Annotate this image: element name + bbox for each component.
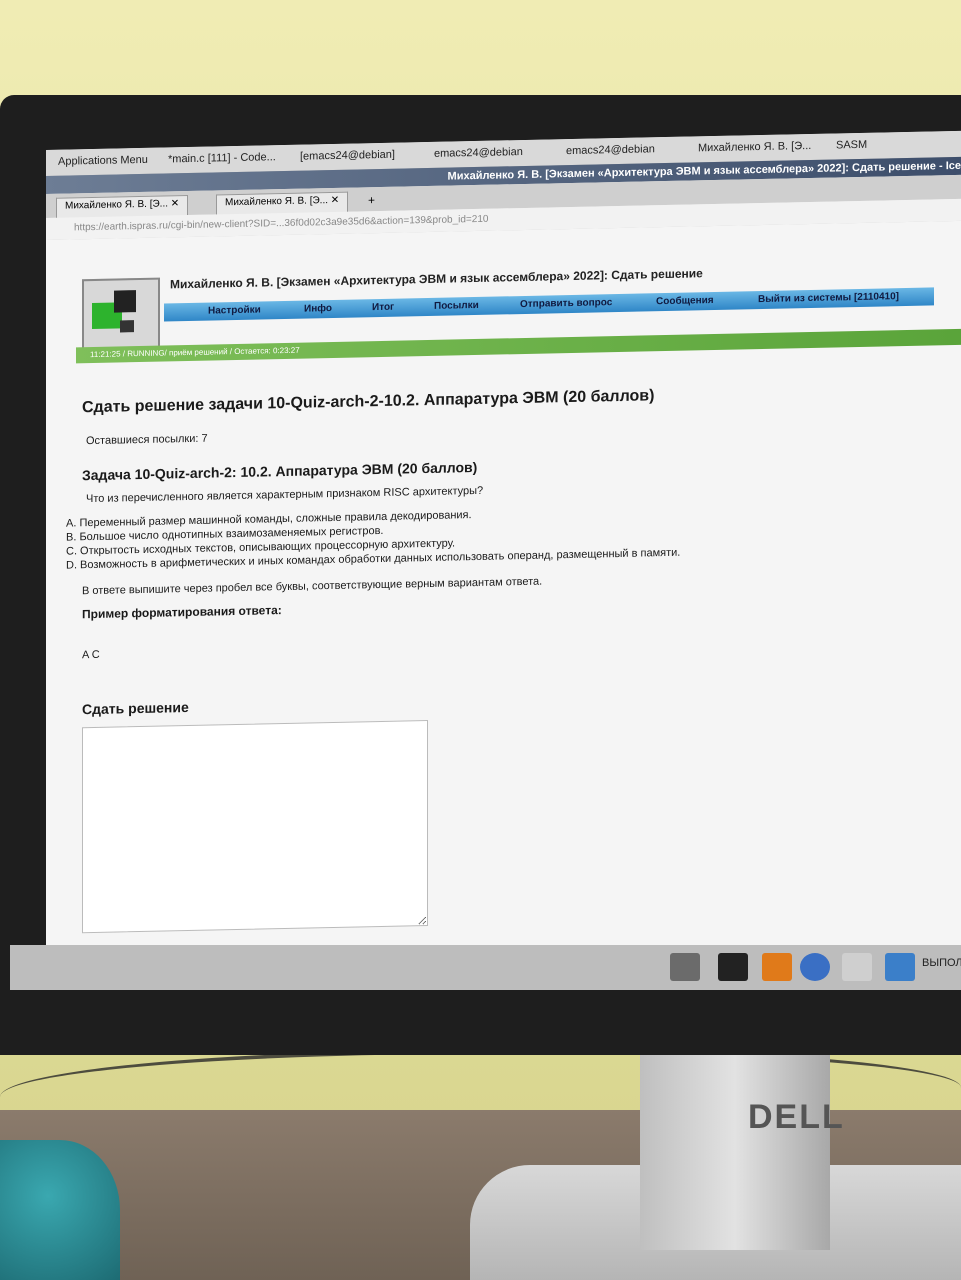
search-icon[interactable] — [842, 953, 872, 981]
folder-icon[interactable] — [885, 953, 915, 981]
wm-window-6[interactable]: SASM — [836, 139, 867, 152]
mug — [0, 1140, 120, 1280]
wm-window-2[interactable]: [emacs24@debian] — [300, 149, 395, 163]
notes-icon[interactable] — [762, 953, 792, 981]
menu-settings[interactable]: Настройки — [208, 305, 261, 317]
wm-window-1[interactable]: *main.c [111] - Code... — [168, 151, 276, 165]
menu-ask-question[interactable]: Отправить вопрос — [520, 297, 612, 310]
monitor-stand — [640, 1050, 830, 1250]
page: Михайленко Я. В. [Экзамен «Архитектура Э… — [46, 220, 961, 988]
status-bar: 11:21:25 / RUNNING/ приём решений / Оста… — [76, 328, 961, 364]
drive-icon[interactable] — [670, 953, 700, 981]
url-text: https://earth.ispras.ru/cgi-bin/new-clie… — [74, 213, 489, 234]
page-header-title: Михайленко Я. В. [Экзамен «Архитектура Э… — [170, 266, 703, 292]
content: Сдать решение задачи 10-Quiz-arch-2-10.2… — [66, 381, 942, 938]
example-answer: A C — [82, 648, 100, 662]
new-tab-icon[interactable]: + — [368, 193, 375, 207]
remaining-submissions: Оставшиеся посылки: 7 — [86, 432, 208, 448]
menu-summary[interactable]: Итог — [372, 302, 394, 313]
wm-window-5[interactable]: Михайленко Я. В. [Э... — [698, 140, 811, 154]
menu-info[interactable]: Инфо — [304, 303, 332, 315]
submit-solution-heading: Сдать решение — [82, 699, 189, 718]
submit-heading: Сдать решение задачи 10-Quiz-arch-2-10.2… — [82, 387, 655, 417]
screen: Applications Menu *main.c [111] - Code..… — [46, 130, 961, 988]
status-text: 11:21:25 / RUNNING/ приём решений / Оста… — [90, 345, 300, 360]
main-menu: Настройки Инфо Итог Посылки Отправить во… — [164, 287, 934, 322]
answer-textarea[interactable] — [82, 719, 428, 934]
wm-window-3[interactable]: emacs24@debian — [434, 146, 523, 160]
menu-logout[interactable]: Выйти из системы [2110410] — [758, 291, 899, 305]
wm-window-4[interactable]: emacs24@debian — [566, 143, 655, 157]
terminal-icon[interactable] — [718, 953, 748, 981]
monitor-brand: DELL — [748, 1098, 845, 1136]
menu-messages[interactable]: Сообщения — [656, 295, 714, 307]
browser-icon[interactable] — [800, 953, 830, 981]
logo-icon — [82, 277, 160, 354]
apps-menu[interactable]: Applications Menu — [58, 154, 148, 168]
menu-submissions[interactable]: Посылки — [434, 300, 479, 312]
taskbar: ВЫПОЛ — [10, 945, 961, 990]
taskbar-label: ВЫПОЛ — [922, 957, 961, 969]
